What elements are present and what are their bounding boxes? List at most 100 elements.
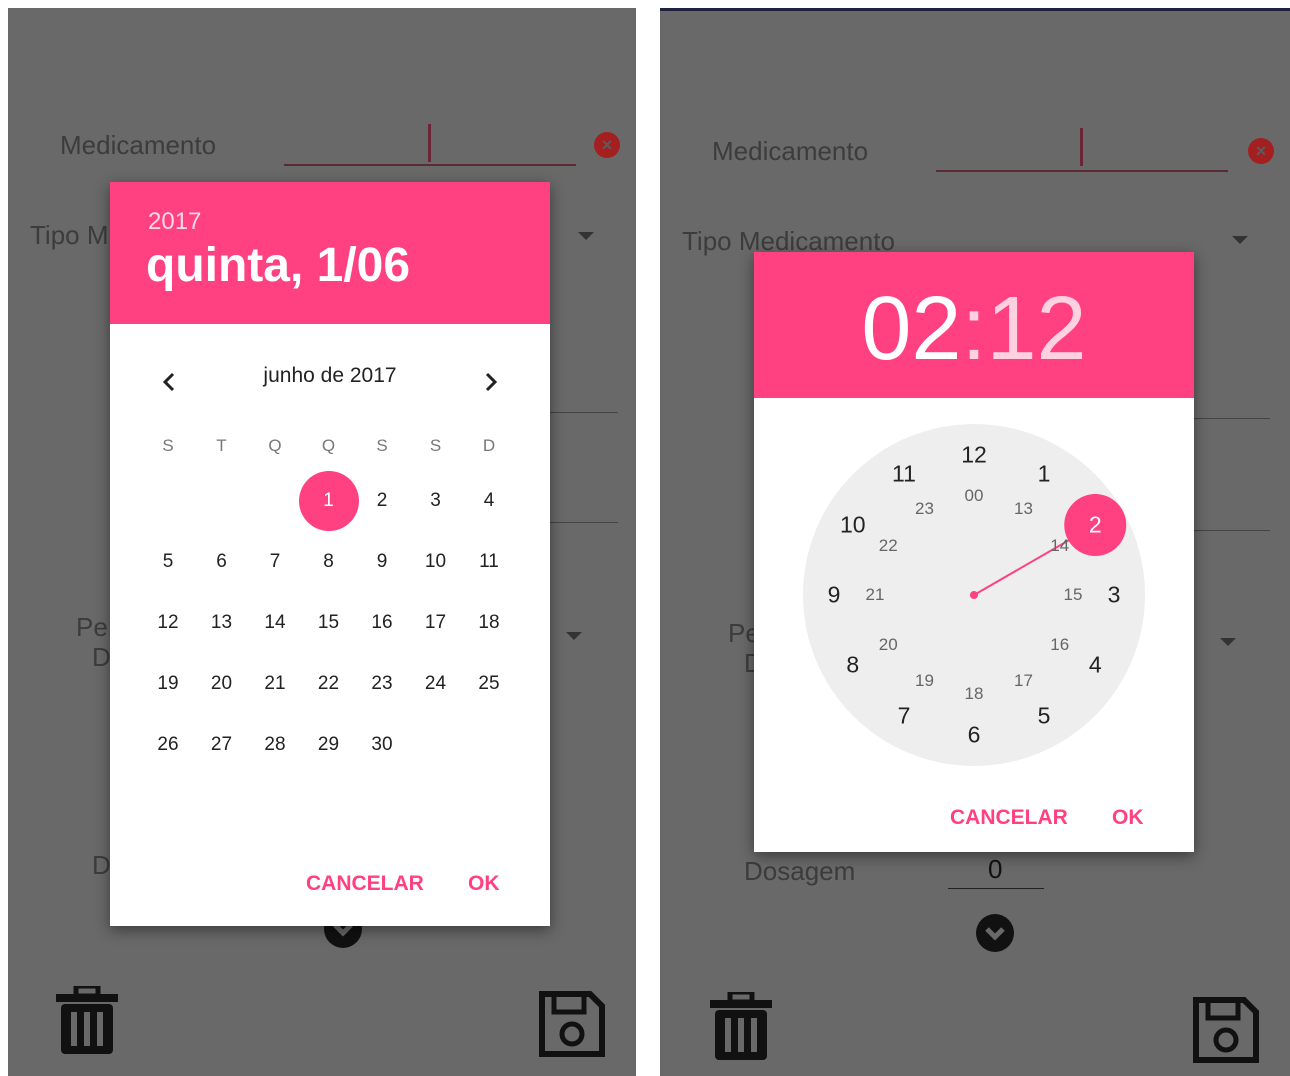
- calendar-day[interactable]: 2: [355, 474, 409, 528]
- date-picker-dialog: 2017 quinta, 1/06 junho de 2017 STQQSSD …: [110, 182, 550, 926]
- clock-number-inner[interactable]: 18: [965, 684, 984, 704]
- field-underline: [538, 412, 618, 413]
- minute-display[interactable]: 12: [987, 279, 1087, 379]
- clock-number-inner[interactable]: 20: [879, 635, 898, 655]
- screen-date-picker: Medicamento × Tipo M Pe D D 2017 quinta,…: [8, 8, 636, 1076]
- clock-number[interactable]: 8: [846, 652, 859, 679]
- clock-number[interactable]: 6: [968, 722, 981, 749]
- trash-icon[interactable]: [56, 986, 118, 1054]
- clock-number[interactable]: 11: [892, 460, 916, 487]
- dropdown-arrow-icon[interactable]: [566, 632, 582, 640]
- selected-date[interactable]: quinta, 1/06: [146, 238, 410, 293]
- clock-number-inner[interactable]: 16: [1050, 635, 1069, 655]
- expand-icon[interactable]: [976, 914, 1014, 952]
- field-underline: [538, 522, 618, 523]
- weekday-label: T: [216, 436, 227, 455]
- date-picker-header: 2017 quinta, 1/06: [110, 182, 550, 324]
- time-display: 02:12: [754, 278, 1194, 381]
- calendar-day[interactable]: 13: [195, 596, 249, 650]
- clock-face[interactable]: 00 13 14 15 16 17 18 19 20 21 22 23 12 1 3 4 5 6 7 8 9 10 11 2: [803, 424, 1145, 766]
- dropdown-arrow-icon[interactable]: [1220, 638, 1236, 646]
- clock-number-inner[interactable]: 17: [1014, 671, 1033, 691]
- clock-number[interactable]: 3: [1108, 582, 1121, 609]
- calendar-day[interactable]: 11: [462, 535, 516, 589]
- calendar-day[interactable]: 30: [355, 718, 409, 772]
- weekday-label: S: [162, 436, 174, 455]
- clock-number-inner[interactable]: 23: [915, 499, 934, 519]
- chevron-right-icon[interactable]: [472, 362, 512, 402]
- trash-icon[interactable]: [710, 992, 772, 1060]
- selected-year[interactable]: 2017: [148, 208, 201, 236]
- clock-number-inner[interactable]: 14: [1050, 536, 1069, 556]
- dosagem-value[interactable]: 0: [988, 854, 1002, 885]
- calendar-day[interactable]: 10: [409, 535, 463, 589]
- calendar-day[interactable]: 15: [302, 596, 356, 650]
- clock-number[interactable]: 4: [1089, 652, 1102, 679]
- calendar-day[interactable]: 24: [409, 657, 463, 711]
- clock-number-inner[interactable]: 15: [1064, 585, 1083, 605]
- dosagem-label: D: [92, 850, 111, 880]
- weekday-label: D: [482, 436, 496, 455]
- calendar-day[interactable]: 7: [248, 535, 302, 589]
- clock-number[interactable]: 1: [1038, 460, 1051, 487]
- calendar-day[interactable]: 17: [409, 596, 463, 650]
- clear-icon[interactable]: ×: [1248, 138, 1274, 164]
- medicamento-input[interactable]: [284, 164, 576, 166]
- screen-time-picker: Medicamento × Tipo Medicamento Pe D Dosa…: [660, 8, 1290, 1076]
- calendar-day-selected[interactable]: 1: [298, 471, 359, 531]
- calendar-day[interactable]: 4: [462, 474, 516, 528]
- text-cursor: [1080, 128, 1083, 166]
- time-picker-header: 02:12: [754, 252, 1194, 398]
- calendar-day[interactable]: 23: [355, 657, 409, 711]
- clock-number[interactable]: 9: [828, 582, 841, 609]
- calendar-day[interactable]: 18: [462, 596, 516, 650]
- clock-number[interactable]: 12: [961, 442, 987, 469]
- hour-display[interactable]: 02: [861, 279, 961, 379]
- calendar-day[interactable]: 22: [302, 657, 356, 711]
- medicamento-label: Medicamento: [60, 130, 217, 160]
- cancel-button[interactable]: CANCELAR: [306, 872, 424, 896]
- clear-icon[interactable]: ×: [594, 132, 620, 158]
- clock-number[interactable]: 5: [1038, 703, 1051, 730]
- calendar-day[interactable]: 8: [302, 535, 356, 589]
- calendar-day[interactable]: 28: [248, 718, 302, 772]
- calendar-day[interactable]: 20: [195, 657, 249, 711]
- calendar-day[interactable]: 3: [409, 474, 463, 528]
- cancel-button[interactable]: CANCELAR: [950, 806, 1068, 830]
- dropdown-arrow-icon[interactable]: [1232, 236, 1248, 244]
- calendar-day[interactable]: 29: [302, 718, 356, 772]
- dropdown-arrow-icon[interactable]: [578, 232, 594, 240]
- clock-hand: [970, 494, 1127, 599]
- calendar-day[interactable]: 25: [462, 657, 516, 711]
- clock-number-inner[interactable]: 00: [965, 486, 984, 506]
- clock-number-inner[interactable]: 21: [866, 585, 885, 605]
- field-underline: [1194, 530, 1270, 531]
- clock-number-inner[interactable]: 19: [915, 671, 934, 691]
- status-bar-edge: [660, 8, 1290, 11]
- clock-number-inner[interactable]: 13: [1014, 499, 1033, 519]
- calendar-day[interactable]: 27: [195, 718, 249, 772]
- ok-button[interactable]: OK: [1112, 806, 1144, 830]
- clock-number-selected[interactable]: 2: [1089, 512, 1102, 539]
- save-floppy-icon[interactable]: [1192, 996, 1260, 1064]
- calendar-day[interactable]: 5: [141, 535, 195, 589]
- medicamento-input[interactable]: [936, 170, 1228, 172]
- clock-number[interactable]: 7: [898, 703, 911, 730]
- clock-number[interactable]: 10: [840, 512, 866, 539]
- calendar-day[interactable]: 21: [248, 657, 302, 711]
- calendar-day[interactable]: 19: [141, 657, 195, 711]
- save-floppy-icon[interactable]: [538, 990, 606, 1058]
- periodo-label-line2: D: [92, 642, 111, 672]
- calendar-day[interactable]: 14: [248, 596, 302, 650]
- time-separator: :: [961, 279, 987, 379]
- calendar-day[interactable]: 6: [195, 535, 249, 589]
- dosagem-underline: [948, 888, 1044, 889]
- calendar-day[interactable]: 9: [355, 535, 409, 589]
- calendar-day[interactable]: 26: [141, 718, 195, 772]
- weekday-label: Q: [321, 436, 336, 455]
- calendar-day[interactable]: 16: [355, 596, 409, 650]
- weekday-label: S: [376, 436, 388, 455]
- clock-number-inner[interactable]: 22: [879, 536, 898, 556]
- calendar-day[interactable]: 12: [141, 596, 195, 650]
- ok-button[interactable]: OK: [468, 872, 500, 896]
